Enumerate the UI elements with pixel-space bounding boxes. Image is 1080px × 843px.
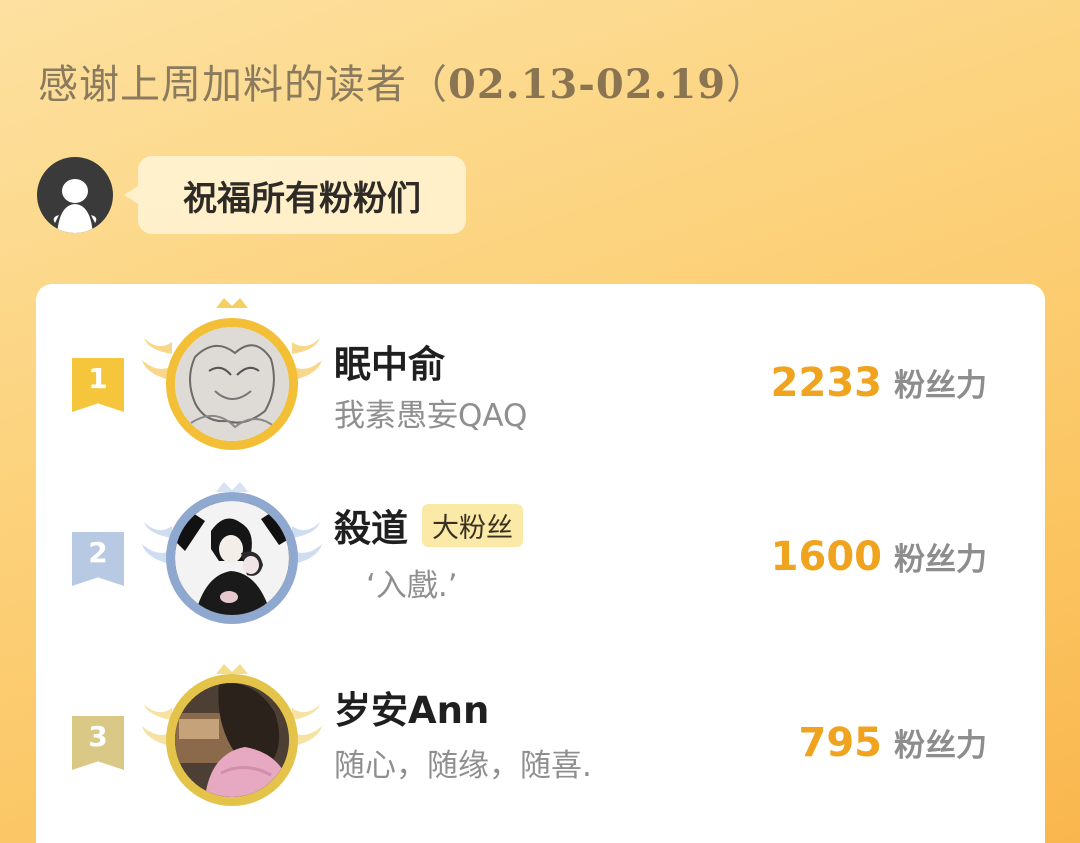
title-text: 感谢上周加料的读者 xyxy=(38,62,407,108)
rank-number: 1 xyxy=(88,362,108,395)
ranking-row-1[interactable]: 1 眠中俞 我素愚妄QAQ 2233 粉丝力 xyxy=(36,294,1045,464)
host-message-bubble: 祝福所有粉粉们 xyxy=(124,156,466,234)
score-value: 795 xyxy=(798,720,883,766)
user-avatar[interactable] xyxy=(170,678,294,802)
rank-number: 3 xyxy=(88,720,108,753)
user-signature: 我素愚妄QAQ xyxy=(334,398,528,434)
user-name-text: 眠中俞 xyxy=(334,343,445,386)
rank-number: 2 xyxy=(88,536,108,569)
score-unit: 粉丝力 xyxy=(894,368,987,404)
user-name[interactable]: 眠中俞 xyxy=(334,334,445,388)
rank-badge-2: 2 xyxy=(72,532,124,586)
title-open-paren: （ xyxy=(407,62,448,108)
user-name-text: 岁安Ann xyxy=(334,689,490,732)
user-avatar[interactable] xyxy=(170,322,294,446)
avatar-frame xyxy=(142,294,322,464)
user-name-text: 殺道 xyxy=(334,507,408,550)
ranking-row-3[interactable]: 3 岁安Ann 随心，随缘，随喜. 795 粉丝力 xyxy=(36,660,1045,830)
big-fan-badge: 大粉丝 xyxy=(422,503,523,547)
score-unit: 粉丝力 xyxy=(894,728,987,764)
ranking-row-2[interactable]: 2 殺道 大粉丝 ‘入戲.’ 1600 粉丝力 xyxy=(36,478,1045,648)
rank-badge-3: 3 xyxy=(72,716,124,770)
ghost-avatar-icon[interactable] xyxy=(37,157,113,233)
user-signature: 随心，随缘，随喜. xyxy=(334,748,592,784)
host-message: 祝福所有粉粉们 xyxy=(183,178,421,219)
score-unit: 粉丝力 xyxy=(894,542,987,578)
date-range: 02.13-02.19 xyxy=(448,61,727,108)
score-value: 2233 xyxy=(770,360,882,406)
score-value: 1600 xyxy=(770,534,882,580)
user-name[interactable]: 殺道 大粉丝 xyxy=(334,498,523,552)
fan-power-score: 795 粉丝力 xyxy=(799,720,988,766)
user-name[interactable]: 岁安Ann xyxy=(334,680,489,734)
avatar-frame xyxy=(142,478,322,648)
rank-badge-1: 1 xyxy=(72,358,124,412)
avatar-frame xyxy=(142,660,322,830)
user-signature: ‘入戲.’ xyxy=(366,568,458,604)
fan-power-score: 2233 粉丝力 xyxy=(771,360,987,406)
user-avatar[interactable] xyxy=(170,496,294,620)
title-close-paren: ） xyxy=(726,62,768,108)
ranking-card: 1 眠中俞 我素愚妄QAQ 2233 粉丝力 2 殺道 大粉丝 ‘入戲.’ 16… xyxy=(36,284,1045,843)
page-title: 感谢上周加料的读者（02.13-02.19） xyxy=(38,52,767,110)
fan-power-score: 1600 粉丝力 xyxy=(771,534,987,580)
